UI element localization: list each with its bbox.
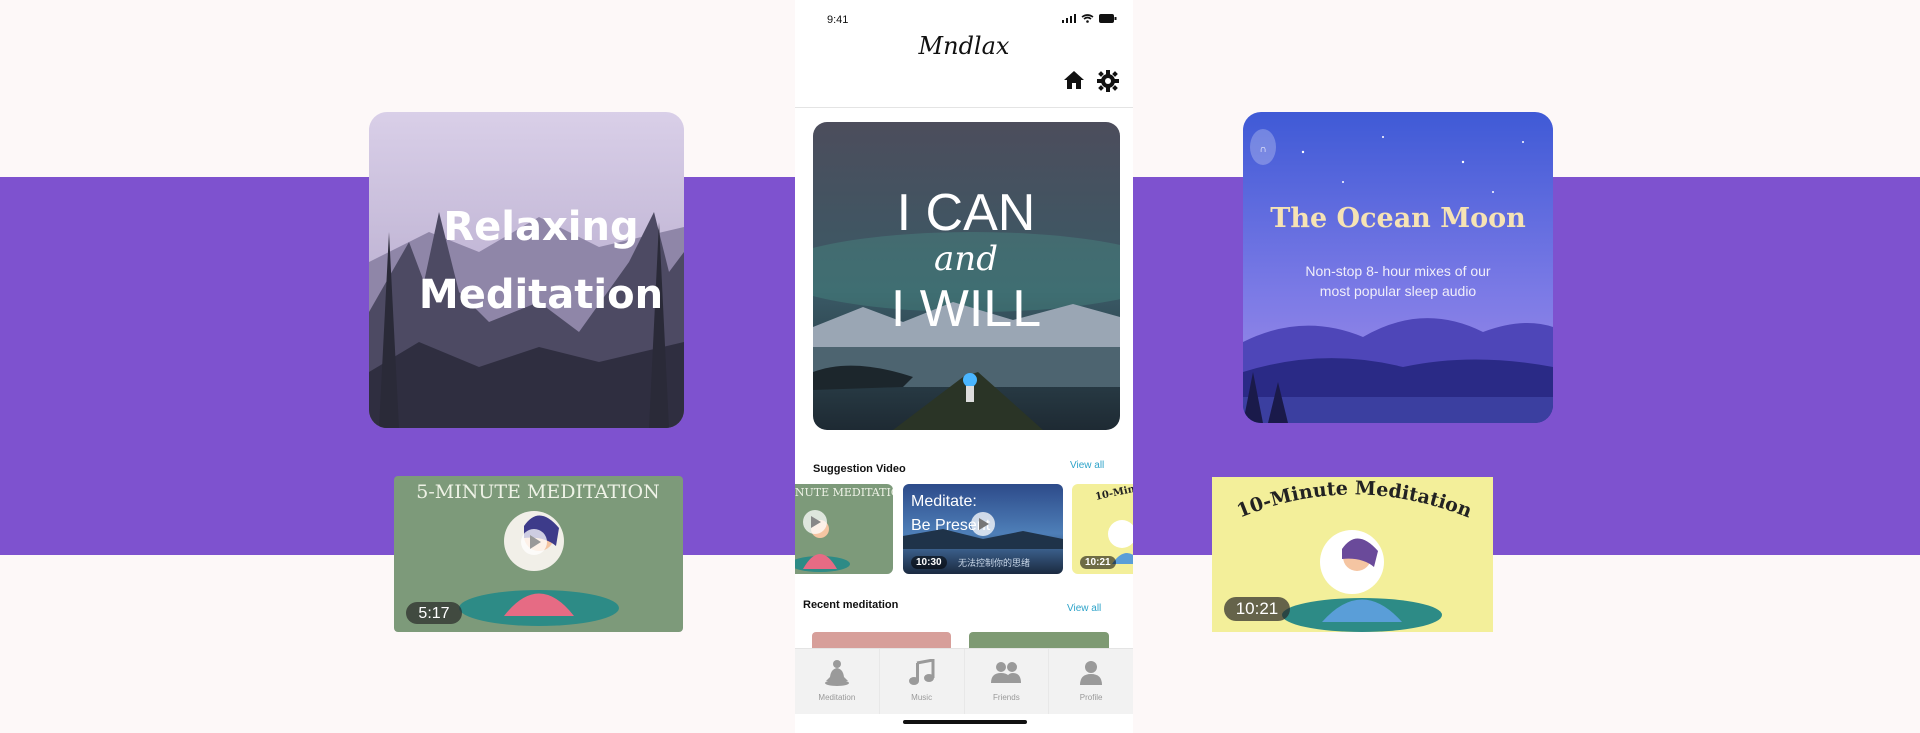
- friends-icon: [991, 662, 1022, 683]
- music-icon: [908, 659, 935, 685]
- profile-icon: [1080, 661, 1103, 685]
- tab-profile-label: Profile: [1079, 693, 1103, 702]
- battery-icon: [1099, 14, 1117, 23]
- five-minute-meditation-card[interactable]: 5-MINUTE MEDITATION 5:17: [394, 476, 683, 632]
- header-divider: [795, 107, 1133, 108]
- hero-line1: I CAN: [897, 184, 1036, 242]
- recent-section-title: Recent meditation: [803, 599, 899, 611]
- suggestion-video-3[interactable]: 10-Minute Meditation 10:21: [1072, 484, 1133, 574]
- suggestion-video-3-duration: 10:21: [1080, 556, 1116, 569]
- hero-affirmation-card[interactable]: I CAN and I WILL: [813, 122, 1120, 430]
- settings-icon[interactable]: [1097, 70, 1119, 92]
- suggestion-section-title: Suggestion Video: [813, 463, 906, 475]
- suggestion-video-2[interactable]: Meditate: Be Present 无法控制你的思绪 10:30: [903, 484, 1063, 574]
- ten-minute-meditation-card[interactable]: 10-Minute Meditation 10:21: [1212, 477, 1493, 632]
- suggestion-video-2-title1: Meditate:: [911, 493, 977, 510]
- ocean-badge: ∩: [1259, 144, 1266, 155]
- ocean-desc-line2: most popular sleep audio: [1320, 283, 1477, 299]
- suggestion-view-all-link[interactable]: View all: [1070, 460, 1104, 471]
- app-logo: Mndlax: [918, 32, 1010, 60]
- suggestion-video-2-duration: 10:30: [911, 556, 947, 569]
- hero-line2: and: [934, 239, 998, 279]
- bottom-tab-bar: Meditation Music Friends Profile: [795, 648, 1133, 714]
- status-time: 9:41: [827, 14, 849, 26]
- suggestion-video-1-title: 5-MINUTE MEDITATION: [795, 486, 893, 499]
- relaxing-line2: Meditation: [419, 272, 663, 318]
- five-minute-duration: 5:17: [418, 605, 449, 622]
- hero-line3: I WILL: [891, 280, 1041, 338]
- meditation-icon: [824, 660, 849, 686]
- home-icon[interactable]: [1063, 70, 1085, 90]
- tab-profile[interactable]: Profile: [1049, 649, 1133, 714]
- phone-app-screen: 9:41 Mndlax I CAN and I WILL Suggestion …: [795, 0, 1133, 733]
- suggestion-video-2-subtitle: 无法控制你的思绪: [958, 557, 1030, 569]
- header-icons: [1063, 70, 1119, 92]
- five-minute-title: 5-MINUTE MEDITATION: [416, 481, 659, 503]
- status-icons: [1062, 14, 1117, 23]
- tab-music-label: Music: [911, 693, 933, 702]
- tab-music[interactable]: Music: [880, 649, 965, 714]
- recent-view-all-link[interactable]: View all: [1067, 603, 1101, 614]
- ocean-moon-card[interactable]: ∩ The Ocean Moon Non-stop 8- hour mixes …: [1243, 112, 1553, 423]
- ten-minute-duration: 10:21: [1236, 599, 1279, 618]
- tab-meditation-label: Meditation: [818, 693, 856, 702]
- tab-friends-label: Friends: [993, 693, 1020, 702]
- ocean-desc-line1: Non-stop 8- hour mixes of our: [1305, 263, 1491, 279]
- tab-friends[interactable]: Friends: [965, 649, 1050, 714]
- suggestion-video-1[interactable]: 5-MINUTE MEDITATION: [795, 484, 893, 574]
- relaxing-line1: Relaxing: [443, 204, 638, 250]
- wifi-icon: [1081, 14, 1094, 23]
- home-indicator: [903, 720, 1027, 724]
- signal-icon: [1062, 14, 1076, 23]
- ocean-title: The Ocean Moon: [1270, 203, 1526, 234]
- relaxing-meditation-card[interactable]: Relaxing Meditation: [369, 112, 684, 428]
- tab-meditation[interactable]: Meditation: [795, 649, 880, 714]
